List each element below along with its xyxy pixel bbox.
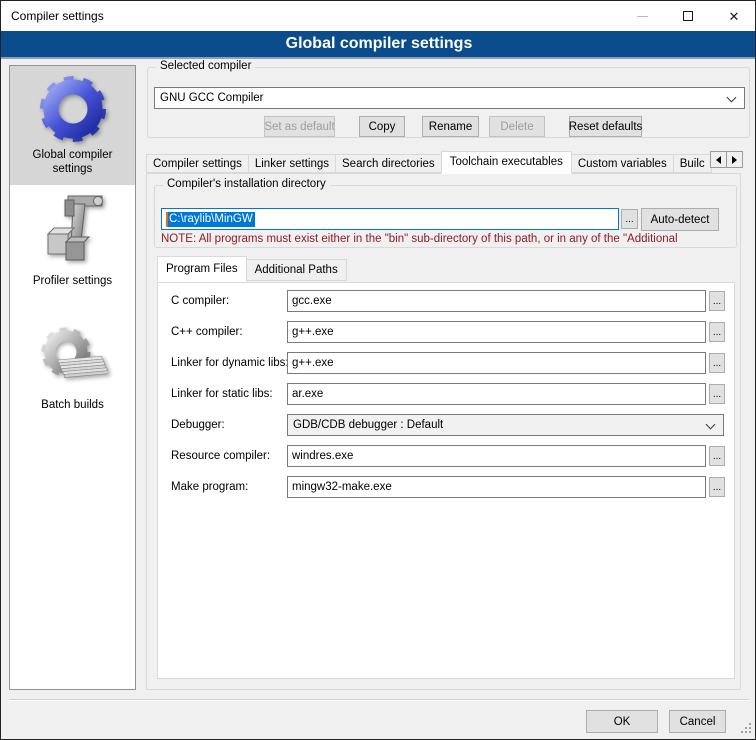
compiler-settings-dialog: Compiler settings ✕ Global compiler sett… [0,0,756,740]
subtab-program-files[interactable]: Program Files [157,256,247,282]
subtab-additional-paths[interactable]: Additional Paths [246,259,347,281]
field-value: GDB/CDB debugger : Default [293,419,443,431]
browse-directory-button[interactable]: ... [621,209,638,229]
note-text: NOTE: All programs must exist either in … [161,233,727,245]
installation-directory-input[interactable]: C:\raylib\MinGW [161,208,619,230]
c-compiler-input[interactable]: gcc.exe [287,290,706,312]
tab-scroll-buttons [711,151,743,168]
selected-compiler-group: Selected compiler GNU GCC Compiler Set a… [147,67,750,138]
tab-scroll-left-button[interactable] [710,151,727,168]
field-row-linker-static: Linker for static libs: ar.exe ... [158,383,734,405]
rename-button[interactable]: Rename [422,116,479,137]
browse-cpp-compiler-button[interactable]: ... [709,322,725,342]
field-row-debugger: Debugger: GDB/CDB debugger : Default [158,414,734,436]
browse-c-compiler-button[interactable]: ... [709,291,725,311]
browse-linker-dynamic-button[interactable]: ... [709,353,725,373]
browse-linker-static-button[interactable]: ... [709,384,725,404]
minimize-button[interactable] [619,1,665,31]
tab-compiler-settings[interactable]: Compiler settings [146,154,249,173]
field-label: Resource compiler: [171,445,270,467]
field-label: C++ compiler: [171,321,243,343]
reset-defaults-button[interactable]: Reset defaults [569,116,642,137]
sidebar-item-label: Batch builds [10,396,135,412]
group-label: Compiler's installation directory [163,178,330,190]
main-tabstrip: Compiler settings Linker settings Search… [146,151,712,174]
gray-gear-stack-icon [38,324,108,396]
chevron-down-icon [727,93,737,103]
field-label: C compiler: [171,290,229,312]
copy-button[interactable]: Copy [359,116,405,137]
delete-button[interactable]: Delete [489,116,545,137]
field-row-c-compiler: C compiler: gcc.exe ... [158,290,734,312]
cancel-button[interactable]: Cancel [669,710,726,733]
set-as-default-button[interactable]: Set as default [264,116,335,137]
auto-detect-button[interactable]: Auto-detect [641,208,719,231]
footer-divider [9,699,749,701]
field-row-cpp-compiler: C++ compiler: g++.exe ... [158,321,734,343]
field-value: g++.exe [292,357,334,369]
tab-build-options[interactable]: Builc [673,154,712,173]
debugger-select[interactable]: GDB/CDB debugger : Default [287,414,724,436]
sidebar-item-batch-builds[interactable]: Batch builds [10,318,135,418]
blue-gear-icon [36,72,110,146]
linker-dynamic-input[interactable]: g++.exe [287,352,706,374]
sidebar-item-global-compiler-settings[interactable]: Global compiler settings [10,66,135,185]
field-row-linker-dynamic: Linker for dynamic libs: g++.exe ... [158,352,734,374]
compiler-select[interactable]: GNU GCC Compiler [154,87,745,109]
caliper-tool-icon [40,190,106,272]
field-value: ar.exe [292,388,323,400]
tab-search-directories[interactable]: Search directories [335,154,442,173]
field-label: Debugger: [171,414,225,436]
installation-directory-value: C:\raylib\MinGW [168,212,255,227]
installation-directory-group: Compiler's installation directory C:\ray… [154,185,737,248]
field-row-resource-compiler: Resource compiler: windres.exe ... [158,445,734,467]
maximize-button[interactable] [665,1,711,31]
tab-custom-variables[interactable]: Custom variables [571,154,674,173]
cpp-compiler-input[interactable]: g++.exe [287,321,706,343]
window-title: Compiler settings [11,1,104,31]
sidebar-item-label: Profiler settings [10,272,135,288]
tab-scroll-right-button[interactable] [726,151,743,168]
field-row-make-program: Make program: mingw32-make.exe ... [158,476,734,498]
field-label: Linker for dynamic libs: [171,352,289,374]
program-files-panel: C compiler: gcc.exe ... C++ compiler: g+… [157,282,735,679]
toolchain-executables-panel: Compiler's installation directory C:\ray… [146,173,741,690]
field-value: g++.exe [292,326,334,338]
maximize-icon [683,11,693,21]
resize-grip[interactable] [741,723,743,725]
sub-tabstrip: Program Files Additional Paths [157,256,346,282]
field-value: windres.exe [292,450,353,462]
field-label: Linker for static libs: [171,383,273,405]
titlebar[interactable]: Compiler settings ✕ [1,1,756,31]
tab-toolchain-executables[interactable]: Toolchain executables [441,151,572,174]
field-value: mingw32-make.exe [292,481,392,493]
sidebar-item-label: Global compiler settings [10,146,135,176]
page-title: Global compiler settings [286,35,473,53]
close-button[interactable]: ✕ [711,1,756,31]
make-program-input[interactable]: mingw32-make.exe [287,476,706,498]
resource-compiler-input[interactable]: windres.exe [287,445,706,467]
field-label: Make program: [171,476,248,498]
group-label: Selected compiler [156,60,255,72]
linker-static-input[interactable]: ar.exe [287,383,706,405]
dialog-header: Global compiler settings [1,31,756,59]
ok-button[interactable]: OK [586,710,658,733]
browse-make-program-button[interactable]: ... [709,477,725,497]
browse-resource-compiler-button[interactable]: ... [709,446,725,466]
tab-linker-settings[interactable]: Linker settings [248,154,336,173]
left-arrow-icon [712,156,721,164]
minimize-icon [637,16,648,17]
sidebar: Global compiler settings Profiler settin… [9,65,136,690]
compiler-select-value: GNU GCC Compiler [160,92,264,104]
close-icon: ✕ [729,10,740,23]
field-value: gcc.exe [292,295,332,307]
chevron-down-icon [706,420,716,430]
right-arrow-icon [732,156,741,164]
sidebar-item-profiler-settings[interactable]: Profiler settings [10,186,135,298]
